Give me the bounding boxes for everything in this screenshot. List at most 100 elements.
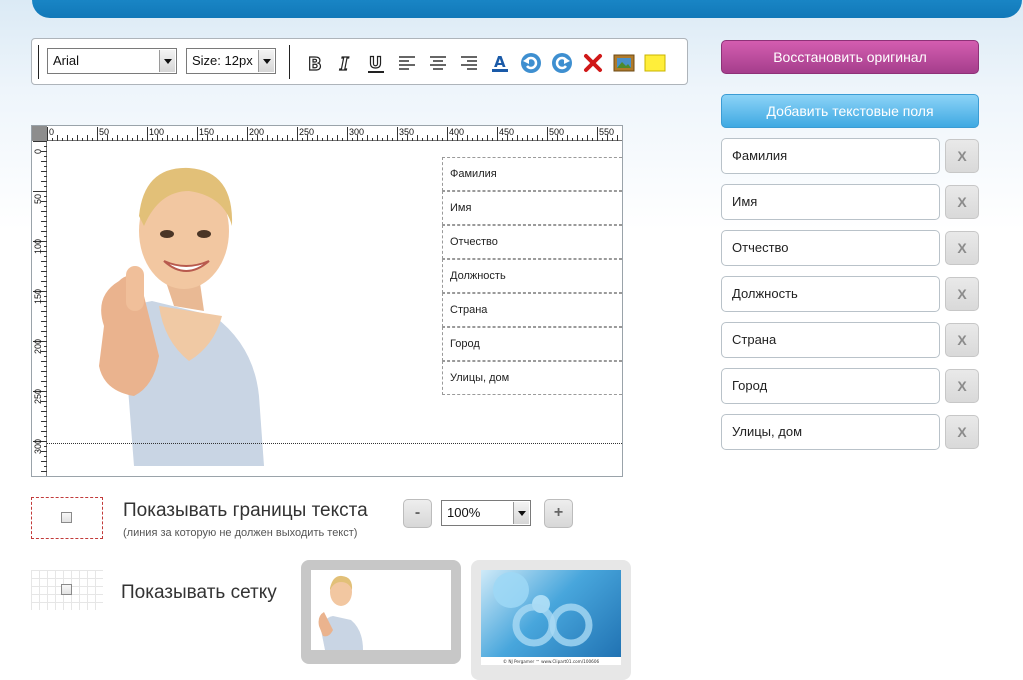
ruler-label: 0 — [33, 148, 43, 154]
ruler-label: 100 — [33, 238, 43, 254]
underline-button[interactable]: U — [364, 51, 388, 75]
canvas-text-field[interactable]: Имя — [442, 191, 622, 225]
show-grid-label: Показывать сетку — [121, 582, 277, 603]
field-row: Улицы, дом X — [721, 414, 979, 450]
thumbnail-bubbles-image: © NJ Pergamer ™ www.Clipart01.com/100606 — [481, 572, 621, 665]
ruler-ticks — [47, 127, 618, 141]
ruler-label: 150 — [33, 288, 43, 304]
text-color-icon: A — [492, 53, 508, 72]
delete-button[interactable] — [581, 51, 605, 75]
remove-field-button[interactable]: X — [945, 415, 979, 449]
align-right-button[interactable] — [457, 51, 481, 75]
field-input[interactable]: Фамилия — [721, 138, 940, 174]
delete-icon — [584, 54, 602, 72]
svg-text:B: B — [308, 54, 322, 74]
font-size-select[interactable]: Size: 12px — [186, 48, 276, 74]
font-size-value: Size: 12px — [192, 53, 253, 68]
remove-field-button[interactable]: X — [945, 277, 979, 311]
image-icon — [613, 54, 635, 72]
underline-icon: U — [368, 52, 384, 73]
bold-icon: B — [307, 53, 322, 74]
redo-icon — [552, 53, 572, 73]
show-bounds-note: (линия за которую не должен выходить тек… — [123, 527, 358, 539]
align-left-button[interactable] — [395, 51, 419, 75]
ruler-label: 100 — [149, 127, 165, 137]
ruler-label: 300 — [349, 127, 365, 137]
font-family-select[interactable]: Arial — [47, 48, 177, 74]
restore-original-button[interactable]: Восстановить оригинал — [721, 40, 979, 74]
zoom-select[interactable]: 100% — [441, 500, 531, 526]
font-family-value: Arial — [53, 53, 80, 68]
toolbar-separator — [289, 45, 290, 79]
top-banner — [32, 0, 1022, 18]
field-row: Имя X — [721, 184, 979, 220]
italic-icon: I — [338, 53, 349, 74]
show-bounds-checkbox[interactable] — [61, 512, 72, 523]
canvas-text-field[interactable]: Улицы, дом — [442, 361, 622, 395]
canvas-text-field[interactable]: Должность — [442, 259, 622, 293]
zoom-in-button[interactable]: + — [544, 499, 573, 528]
align-left-icon — [399, 56, 415, 70]
canvas-text-field[interactable]: Отчество — [442, 225, 622, 259]
svg-text:I: I — [339, 54, 349, 74]
field-input[interactable]: Город — [721, 368, 940, 404]
ruler-label: 50 — [33, 193, 43, 204]
field-input[interactable]: Должность — [721, 276, 940, 312]
field-input[interactable]: Улицы, дом — [721, 414, 940, 450]
show-bounds-label: Показывать границы текста — [123, 500, 368, 521]
align-center-icon — [430, 56, 446, 70]
remove-field-button[interactable]: X — [945, 231, 979, 265]
background-color-icon — [644, 54, 666, 72]
background-color-button[interactable] — [643, 51, 667, 75]
chevron-down-icon — [258, 50, 274, 72]
text-color-button[interactable]: A — [488, 51, 512, 75]
zoom-out-button[interactable]: - — [403, 499, 432, 528]
canvas-text-field[interactable]: Город — [442, 327, 622, 361]
bold-button[interactable]: B — [302, 51, 326, 75]
person-photo[interactable] — [64, 156, 264, 466]
insert-image-button[interactable] — [612, 51, 636, 75]
horizontal-ruler: 0 50 100 150 200 250 300 350 400 450 500 550 — [32, 126, 622, 141]
template-thumbnail-selected[interactable] — [301, 560, 461, 664]
svg-text:U: U — [369, 53, 382, 72]
chevron-down-icon — [159, 50, 175, 72]
thumbnail-preview — [311, 570, 451, 650]
ruler-corner — [32, 126, 47, 141]
remove-field-button[interactable]: X — [945, 139, 979, 173]
template-thumbnail[interactable]: © NJ Pergamer ™ www.Clipart01.com/100606 — [471, 560, 631, 680]
field-row: Страна X — [721, 322, 979, 358]
chevron-down-icon — [513, 502, 529, 524]
ruler-label: 200 — [33, 338, 43, 354]
thumbnail-preview: © NJ Pergamer ™ www.Clipart01.com/100606 — [481, 570, 621, 665]
field-input[interactable]: Страна — [721, 322, 940, 358]
remove-field-button[interactable]: X — [945, 323, 979, 357]
undo-button[interactable] — [519, 51, 543, 75]
canvas-text-field[interactable]: Фамилия — [442, 157, 622, 191]
ruler-label: 350 — [399, 127, 415, 137]
card-canvas[interactable]: 0 50 100 150 200 250 300 350 400 450 500 550 0 50 100… — [31, 125, 623, 477]
ruler-label: 0 — [49, 127, 55, 137]
ruler-label: 550 — [599, 127, 615, 137]
align-center-button[interactable] — [426, 51, 450, 75]
remove-field-button[interactable]: X — [945, 185, 979, 219]
vertical-ruler: 0 50 100 150 200 250 300 — [32, 126, 47, 476]
add-text-fields-button[interactable]: Добавить текстовые поля — [721, 94, 979, 128]
text-boundary-line — [47, 443, 622, 444]
toolbar-separator — [38, 45, 39, 79]
thumbnail-caption: © NJ Pergamer ™ www.Clipart01.com/100606 — [503, 659, 600, 664]
ruler-label: 50 — [99, 127, 110, 137]
ruler-label: 450 — [499, 127, 515, 137]
show-grid-checkbox[interactable] — [61, 584, 72, 595]
remove-field-button[interactable]: X — [945, 369, 979, 403]
undo-icon — [521, 53, 541, 73]
field-row: Фамилия X — [721, 138, 979, 174]
italic-button[interactable]: I — [333, 51, 357, 75]
field-input[interactable]: Отчество — [721, 230, 940, 266]
ruler-label: 200 — [249, 127, 265, 137]
redo-button[interactable] — [550, 51, 574, 75]
canvas-text-field[interactable]: Страна — [442, 293, 622, 327]
field-row: Отчество X — [721, 230, 979, 266]
field-row: Должность X — [721, 276, 979, 312]
field-input[interactable]: Имя — [721, 184, 940, 220]
ruler-label: 400 — [449, 127, 465, 137]
